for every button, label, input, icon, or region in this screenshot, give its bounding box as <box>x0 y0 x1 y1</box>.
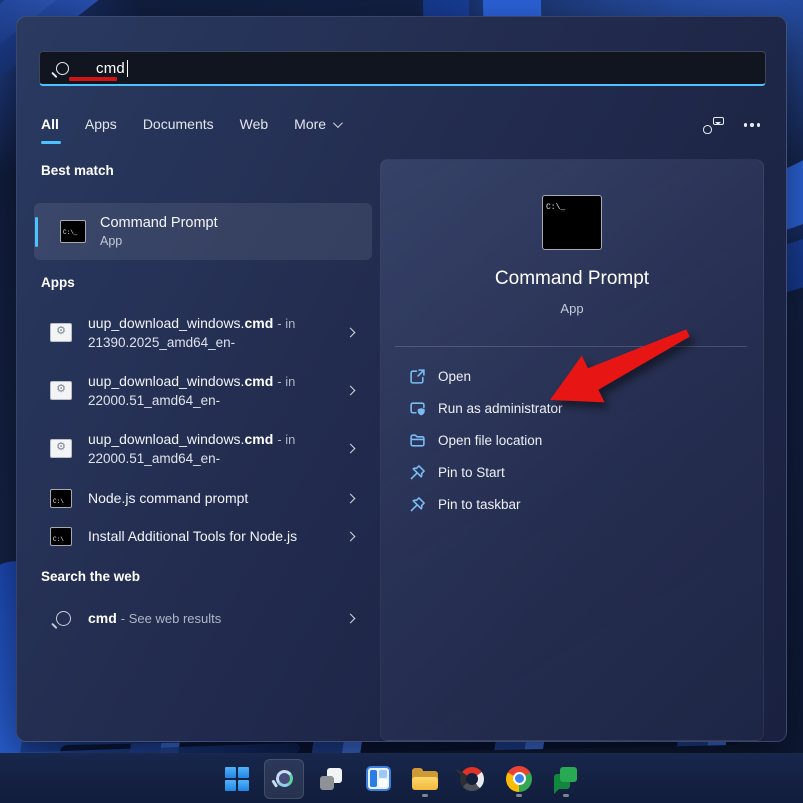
start-button[interactable] <box>217 759 257 799</box>
result-match: cmd <box>244 373 273 389</box>
windows-logo-icon <box>225 767 249 791</box>
result-location: 22000.51_amd64_en- <box>88 393 347 408</box>
chevron-right-icon[interactable] <box>346 327 356 337</box>
best-match-result[interactable]: C:\_ Command Prompt App <box>34 203 372 260</box>
result-name: uup_download_windows. <box>88 315 244 331</box>
pin-icon <box>409 496 426 513</box>
text-caret <box>127 60 129 77</box>
result-detail-pane: C:\_ Command Prompt App Open Run as admi… <box>380 159 764 741</box>
ring-utility-button[interactable] <box>452 759 492 799</box>
cmd-script-icon: ⚙ <box>50 381 72 400</box>
widgets-button[interactable] <box>358 759 398 799</box>
tab-all[interactable]: All <box>41 116 59 132</box>
widgets-icon <box>366 766 391 791</box>
cmd-script-icon: ⚙ <box>50 439 72 458</box>
task-view-icon <box>318 766 344 792</box>
search-icon <box>56 611 71 626</box>
result-name: uup_download_windows. <box>88 431 244 447</box>
feedback-icon[interactable] <box>702 115 724 135</box>
cmd-script-icon: ⚙ <box>50 323 72 342</box>
best-match-title: Command Prompt <box>100 215 218 231</box>
chat-button[interactable] <box>546 759 586 799</box>
terminal-icon: C:\ <box>50 527 72 546</box>
result-name: Node.js command prompt <box>88 490 347 506</box>
annotation-arrow <box>538 318 698 418</box>
chevron-right-icon[interactable] <box>346 385 356 395</box>
result-suffix: - in <box>277 432 295 447</box>
taskbar-search-button[interactable] <box>264 759 304 799</box>
task-view-button[interactable] <box>311 759 351 799</box>
running-indicator <box>422 794 428 797</box>
file-explorer-icon <box>412 768 438 790</box>
result-location: 21390.2025_amd64_en- <box>88 335 347 350</box>
taskbar <box>0 753 803 803</box>
result-match: cmd <box>244 431 273 447</box>
app-result-row[interactable]: ⚙ uup_download_windows.cmd - in 22000.51_… <box>34 361 372 419</box>
best-match-subtitle: App <box>100 234 218 248</box>
search-icon <box>56 62 69 75</box>
chevron-right-icon[interactable] <box>346 613 356 623</box>
search-input[interactable]: cmd <box>39 51 766 86</box>
result-suffix: - in <box>277 374 295 389</box>
action-open-file-location[interactable]: Open file location <box>381 424 763 456</box>
folder-icon <box>409 432 426 449</box>
section-heading-best-match: Best match <box>41 163 114 178</box>
chat-icon <box>553 766 579 792</box>
detail-app-title: Command Prompt <box>381 268 763 290</box>
action-pin-to-start[interactable]: Pin to Start <box>381 456 763 488</box>
running-indicator <box>563 794 569 797</box>
web-query: cmd <box>88 610 117 626</box>
command-prompt-icon-large: C:\_ <box>542 195 602 250</box>
tab-documents[interactable]: Documents <box>143 116 214 132</box>
pin-icon <box>409 464 426 481</box>
chevron-right-icon[interactable] <box>346 443 356 453</box>
tab-more[interactable]: More <box>294 116 340 132</box>
section-heading-web: Search the web <box>41 569 140 584</box>
file-explorer-button[interactable] <box>405 759 445 799</box>
chrome-icon <box>506 766 532 792</box>
app-result-row[interactable]: ⚙ uup_download_windows.cmd - in 22000.51_… <box>34 419 372 477</box>
running-indicator <box>516 794 522 797</box>
tab-apps[interactable]: Apps <box>85 116 117 132</box>
action-label: Open file location <box>438 433 542 448</box>
app-result-row[interactable]: ⚙ uup_download_windows.cmd - in 21390.202… <box>34 303 372 361</box>
result-name: uup_download_windows. <box>88 373 244 389</box>
result-location: 22000.51_amd64_en- <box>88 451 347 466</box>
tab-web[interactable]: Web <box>240 116 269 132</box>
terminal-icon: C:\ <box>50 489 72 508</box>
action-label: Open <box>438 369 471 384</box>
tab-more-label: More <box>294 116 326 132</box>
action-label: Pin to Start <box>438 465 505 480</box>
search-query-text: cmd <box>96 60 125 77</box>
app-result-row[interactable]: C:\ Node.js command prompt <box>34 479 372 517</box>
result-name: Install Additional Tools for Node.js <box>88 528 347 544</box>
selection-accent-bar <box>35 217 38 247</box>
result-match: cmd <box>244 315 273 331</box>
section-heading-apps: Apps <box>41 275 75 290</box>
action-label: Pin to taskbar <box>438 497 521 512</box>
chevron-right-icon[interactable] <box>346 531 356 541</box>
detail-app-type: App <box>381 301 763 316</box>
run-as-admin-icon <box>409 400 426 417</box>
search-filter-tabs: All Apps Documents Web More <box>41 116 340 132</box>
search-icon <box>274 768 294 788</box>
action-pin-to-taskbar[interactable]: Pin to taskbar <box>381 488 763 520</box>
annotation-underline <box>69 77 117 81</box>
app-result-row[interactable]: C:\ Install Additional Tools for Node.js <box>34 517 372 555</box>
result-suffix: - in <box>277 316 295 331</box>
active-tab-indicator <box>41 141 61 144</box>
chrome-button[interactable] <box>499 759 539 799</box>
chevron-right-icon[interactable] <box>346 493 356 503</box>
more-options-icon[interactable] <box>744 123 761 127</box>
ring-utility-icon <box>460 767 484 791</box>
open-external-icon <box>409 368 426 385</box>
web-suffix: - See web results <box>121 611 221 626</box>
web-result-row[interactable]: cmd - See web results <box>34 599 372 637</box>
chevron-down-icon <box>333 118 343 128</box>
command-prompt-icon: C:\_ <box>60 220 86 243</box>
